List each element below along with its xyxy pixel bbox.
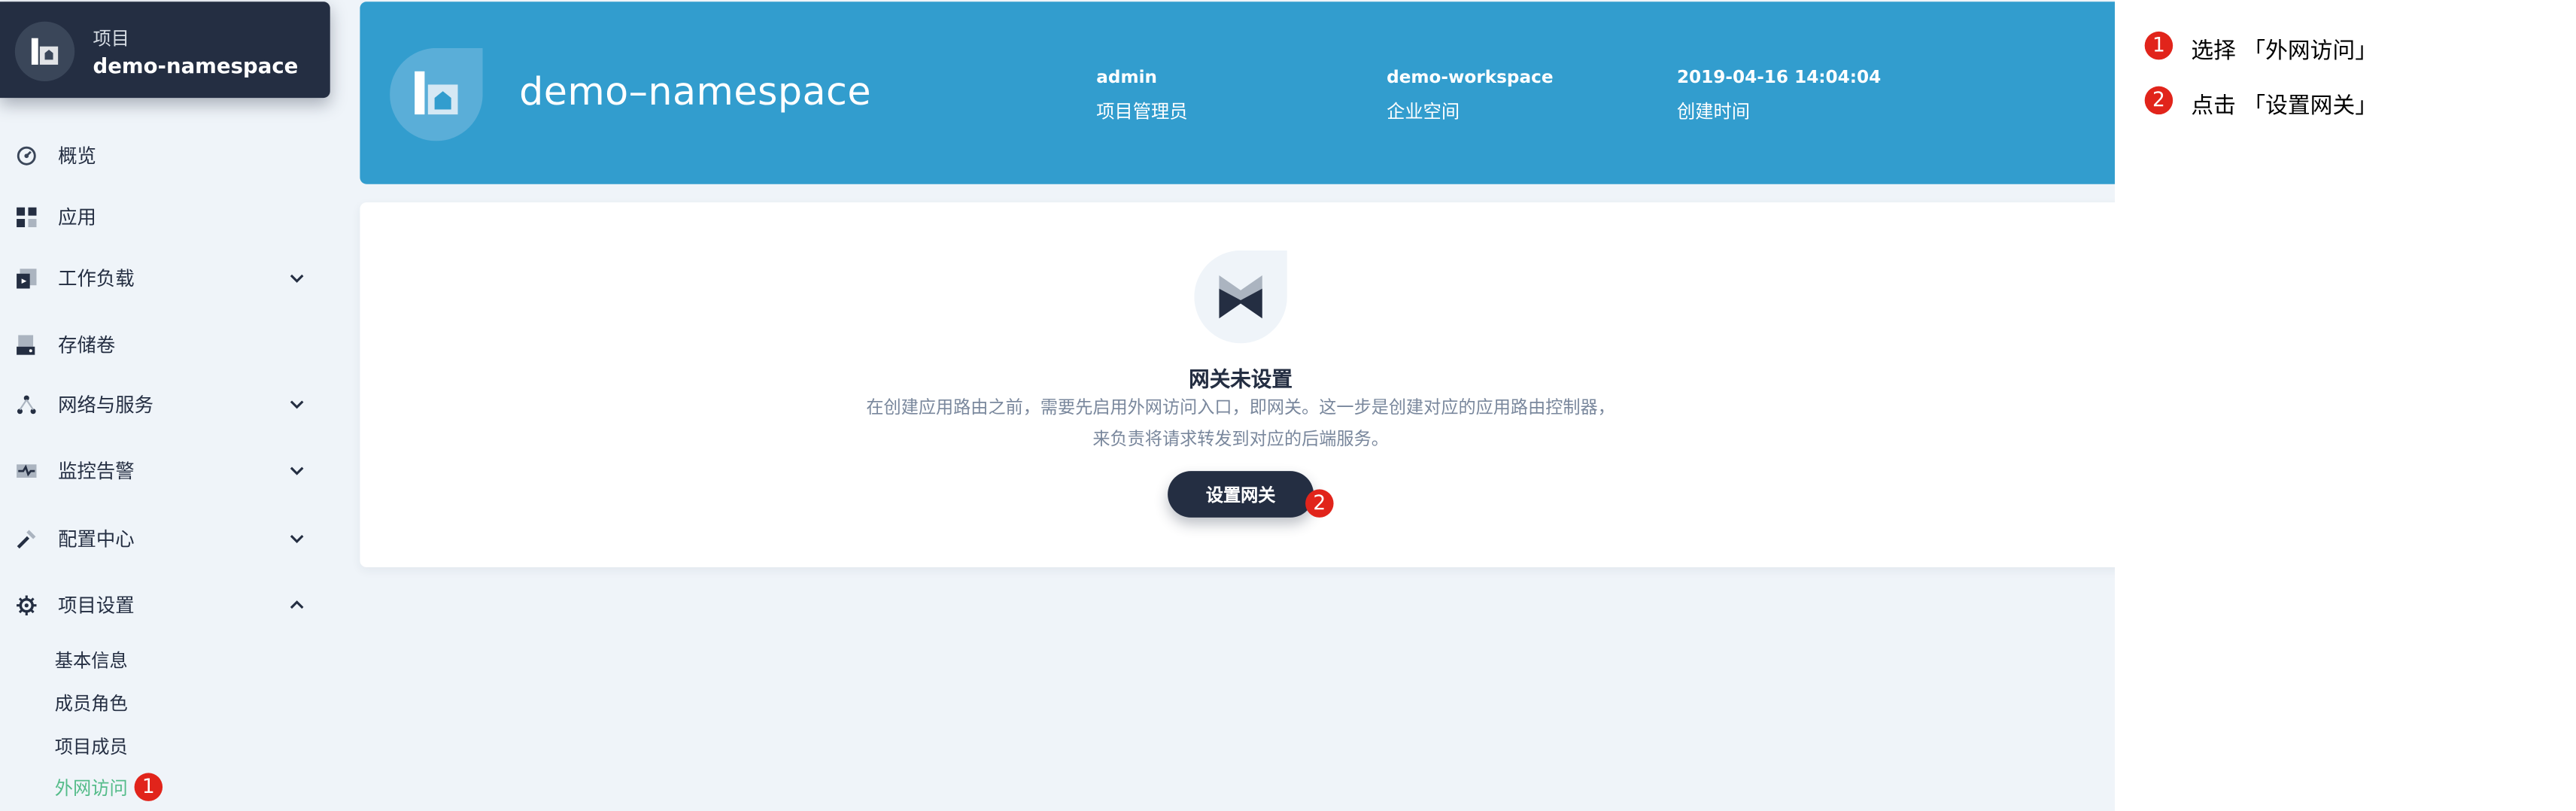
sidebar-item-label: 配置中心 xyxy=(58,527,135,551)
namespace-icon xyxy=(390,47,483,141)
sub-item-basic-info[interactable]: 基本信息 xyxy=(55,647,128,673)
sidebar-item-label: 项目设置 xyxy=(58,594,135,618)
network-icon xyxy=(17,395,36,415)
project-type-label: 项目 xyxy=(93,28,129,50)
config-icon xyxy=(17,530,36,549)
gateway-icon xyxy=(1194,250,1287,344)
project-admin-label: 项目管理员 xyxy=(1096,101,1188,123)
project-admin-value: admin xyxy=(1096,68,1158,88)
gateway-card: 网关未设置 在创建应用路由之前，需要先启用外网访问入口，即网关。这一步是创建对应… xyxy=(360,202,2115,568)
app-frame: 项目 demo-namespace 概览 应用 工作负载 存储卷 网络与服务 监… xyxy=(0,0,2576,811)
chevron-down-icon xyxy=(290,400,304,409)
workspace-label: 企业空间 xyxy=(1387,101,1460,123)
sidebar-item-label: 应用 xyxy=(58,205,96,229)
chevron-down-icon xyxy=(290,274,304,283)
step-badge: 1 xyxy=(2144,31,2174,60)
sidebar-item-label: 监控告警 xyxy=(58,459,135,483)
dashboard-icon xyxy=(17,146,36,166)
apps-icon xyxy=(17,207,37,228)
sidebar-item-label: 存储卷 xyxy=(58,333,116,357)
set-gateway-button[interactable]: 设置网关 xyxy=(1168,471,1314,518)
console-ui: 项目 demo-namespace 概览 应用 工作负载 存储卷 网络与服务 监… xyxy=(0,0,2115,811)
sidebar-item-label: 工作负载 xyxy=(58,266,135,290)
sidebar-item-storage[interactable]: 存储卷 xyxy=(0,325,330,365)
storage-icon xyxy=(17,335,35,355)
chevron-up-icon xyxy=(290,600,304,609)
sidebar-item-workloads[interactable]: 工作负载 xyxy=(0,259,330,299)
instruction-text: 点击 「设置网关」 xyxy=(2191,93,2377,120)
namespace-title: demo–namespace xyxy=(519,71,871,115)
gateway-title: 网关未设置 xyxy=(1189,366,1293,392)
gear-icon xyxy=(17,595,37,615)
project-name: demo-namespace xyxy=(93,53,299,78)
sub-item-internet-access[interactable]: 外网访问 xyxy=(55,775,128,801)
sidebar-item-label: 网络与服务 xyxy=(58,393,153,417)
chevron-down-icon xyxy=(290,466,304,475)
sidebar-item-apps[interactable]: 应用 xyxy=(0,197,330,237)
step-badge: 2 xyxy=(2144,86,2174,115)
project-banner: demo–namespace admin 项目管理员 demo-workspac… xyxy=(360,2,2115,184)
gateway-description-line-2: 来负责将请求转发到对应的后端服务。 xyxy=(1092,430,1389,450)
sidebar-item-overview[interactable]: 概览 xyxy=(0,136,330,176)
sidebar-item-label: 概览 xyxy=(58,144,96,168)
sidebar-item-network[interactable]: 网络与服务 xyxy=(0,384,330,424)
gateway-description-line-1: 在创建应用路由之前，需要先启用外网访问入口，即网关。这一步是创建对应的应用路由控… xyxy=(866,398,1615,418)
sidebar-item-config[interactable]: 配置中心 xyxy=(0,519,330,559)
project-card[interactable]: 项目 demo-namespace xyxy=(0,2,330,99)
created-time-value: 2019-04-16 14:04:04 xyxy=(1676,68,1882,88)
sidebar-item-monitoring[interactable]: 监控告警 xyxy=(0,451,330,491)
chevron-down-icon xyxy=(290,535,304,544)
sub-item-project-members[interactable]: 项目成员 xyxy=(55,733,128,759)
step-badge: 2 xyxy=(1305,489,1334,518)
monitor-icon xyxy=(17,464,37,478)
instruction-text: 选择 「外网访问」 xyxy=(2191,38,2377,65)
namespace-icon xyxy=(14,21,75,82)
created-time-label: 创建时间 xyxy=(1676,101,1750,123)
sub-item-member-roles[interactable]: 成员角色 xyxy=(55,690,128,716)
step-badge: 1 xyxy=(134,773,163,801)
sidebar-item-project-settings[interactable]: 项目设置 xyxy=(0,585,330,625)
workload-icon xyxy=(17,269,37,289)
workspace-value: demo-workspace xyxy=(1387,68,1554,88)
